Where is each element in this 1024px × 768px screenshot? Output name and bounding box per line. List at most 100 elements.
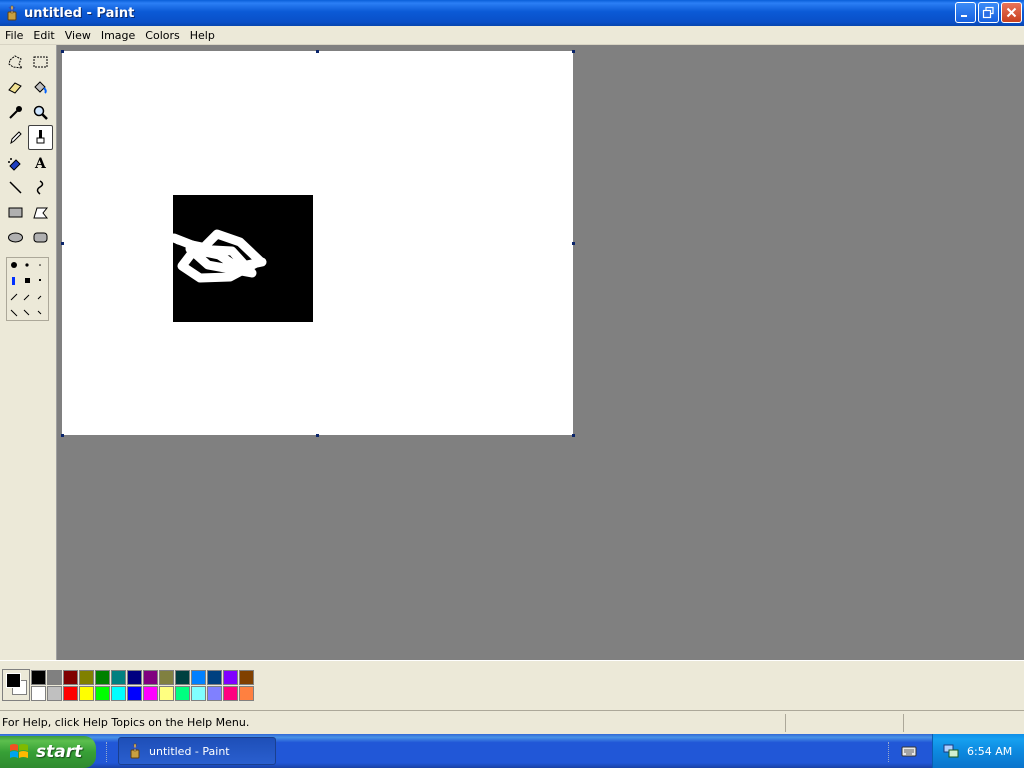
menu-image[interactable]: Image: [96, 29, 140, 42]
menu-colors[interactable]: Colors: [140, 29, 184, 42]
palette-color-swatch[interactable]: [191, 670, 206, 685]
white-scribble-stroke: [169, 229, 267, 283]
menu-view[interactable]: View: [60, 29, 96, 42]
tool-select[interactable]: [28, 50, 53, 75]
palette-color-swatch[interactable]: [127, 670, 142, 685]
tool-curve[interactable]: [28, 175, 53, 200]
resize-handle: [61, 434, 64, 437]
palette-color-swatch[interactable]: [31, 670, 46, 685]
close-button[interactable]: [1001, 2, 1022, 23]
tool-brush[interactable]: [28, 125, 53, 150]
text-icon: A: [34, 156, 47, 171]
tool-text[interactable]: A: [28, 150, 53, 175]
taskbar-button-label: untitled - Paint: [149, 744, 230, 758]
keyboard-icon[interactable]: [901, 744, 917, 758]
tool-magnifier[interactable]: [28, 100, 53, 125]
brush-options-panel: [6, 257, 49, 321]
tool-airbrush[interactable]: [3, 150, 28, 175]
brush-shape-options[interactable]: [7, 258, 48, 320]
paint-brush-cup-icon: [130, 743, 140, 759]
restore-button[interactable]: [978, 2, 999, 23]
polygon-icon: [33, 207, 49, 219]
menu-help[interactable]: Help: [185, 29, 220, 42]
palette-color-swatch[interactable]: [47, 686, 62, 701]
network-icon[interactable]: [943, 743, 959, 759]
resize-handle: [316, 50, 319, 53]
window-title: untitled - Paint: [24, 5, 135, 21]
resize-handle-bottom[interactable]: [316, 434, 319, 437]
brush-icon: [36, 130, 45, 144]
tool-rounded-rectangle[interactable]: [28, 225, 53, 250]
tool-pencil[interactable]: [3, 125, 28, 150]
palette-color-swatch[interactable]: [207, 686, 222, 701]
palette-color-swatch[interactable]: [79, 686, 94, 701]
palette-color-swatch[interactable]: [159, 686, 174, 701]
tool-box: A: [0, 45, 57, 660]
fill-bucket-icon: [34, 81, 47, 94]
free-form-select-icon: [8, 55, 24, 69]
palette-color-swatch[interactable]: [159, 670, 174, 685]
menu-edit[interactable]: Edit: [28, 29, 59, 42]
tool-free-form-select[interactable]: [3, 50, 28, 75]
palette-color-swatch[interactable]: [63, 686, 78, 701]
tool-polygon[interactable]: [28, 200, 53, 225]
palette-color-swatch[interactable]: [63, 670, 78, 685]
system-tray: 6:54 AM: [932, 734, 1024, 768]
resize-handle: [61, 242, 64, 245]
palette-color-swatch[interactable]: [207, 670, 222, 685]
menu-file[interactable]: File: [0, 29, 28, 42]
palette-color-swatch[interactable]: [175, 686, 190, 701]
pencil-icon: [10, 131, 22, 145]
restore-icon: [982, 6, 994, 19]
palette-color-swatch[interactable]: [111, 670, 126, 685]
drawing-canvas[interactable]: [62, 51, 573, 435]
palette-color-swatch[interactable]: [143, 686, 158, 701]
palette-color-swatch[interactable]: [239, 686, 254, 701]
foreground-color-swatch: [6, 673, 21, 688]
tool-eraser[interactable]: [3, 75, 28, 100]
minimize-icon: [961, 15, 967, 17]
palette-color-swatch[interactable]: [111, 686, 126, 701]
line-icon: [9, 181, 22, 194]
taskbar-button-paint[interactable]: untitled - Paint: [118, 737, 276, 765]
palette-color-swatch[interactable]: [175, 670, 190, 685]
tool-rectangle[interactable]: [3, 200, 28, 225]
windows-logo-icon: [10, 744, 28, 758]
palette-color-swatch[interactable]: [47, 670, 62, 685]
color-palette: [31, 670, 255, 702]
palette-color-swatch[interactable]: [223, 670, 238, 685]
palette-color-swatch[interactable]: [95, 686, 110, 701]
rectangle-icon: [8, 207, 23, 218]
eraser-icon: [8, 82, 22, 94]
paint-brush-cup-icon: [7, 5, 17, 21]
palette-color-swatch[interactable]: [239, 670, 254, 685]
tool-ellipse[interactable]: [3, 225, 28, 250]
canvas-workspace[interactable]: [57, 45, 1024, 660]
palette-color-swatch[interactable]: [191, 686, 206, 701]
palette-color-swatch[interactable]: [79, 670, 94, 685]
title-bar[interactable]: untitled - Paint: [0, 0, 1024, 26]
rect-select-icon: [33, 56, 48, 68]
rounded-rectangle-icon: [33, 232, 48, 243]
palette-color-swatch[interactable]: [223, 686, 238, 701]
magnifier-icon: [33, 105, 48, 120]
tool-pick-color[interactable]: [3, 100, 28, 125]
tool-line[interactable]: [3, 175, 28, 200]
palette-color-swatch[interactable]: [31, 686, 46, 701]
status-bar: For Help, click Help Topics on the Help …: [0, 710, 1024, 734]
status-help-text: For Help, click Help Topics on the Help …: [2, 716, 250, 729]
curve-icon: [36, 180, 44, 195]
palette-color-swatch[interactable]: [127, 686, 142, 701]
clock[interactable]: 6:54 AM: [967, 745, 1012, 758]
palette-color-swatch[interactable]: [95, 670, 110, 685]
resize-handle-right[interactable]: [572, 242, 575, 245]
palette-color-swatch[interactable]: [143, 670, 158, 685]
close-icon: [1006, 7, 1017, 18]
status-divider: [903, 714, 904, 732]
resize-handle-corner[interactable]: [572, 434, 575, 437]
minimize-button[interactable]: [955, 2, 976, 23]
tool-fill-with-color[interactable]: [28, 75, 53, 100]
ellipse-icon: [8, 232, 23, 243]
start-label: start: [36, 742, 83, 762]
start-button[interactable]: start: [0, 736, 96, 768]
